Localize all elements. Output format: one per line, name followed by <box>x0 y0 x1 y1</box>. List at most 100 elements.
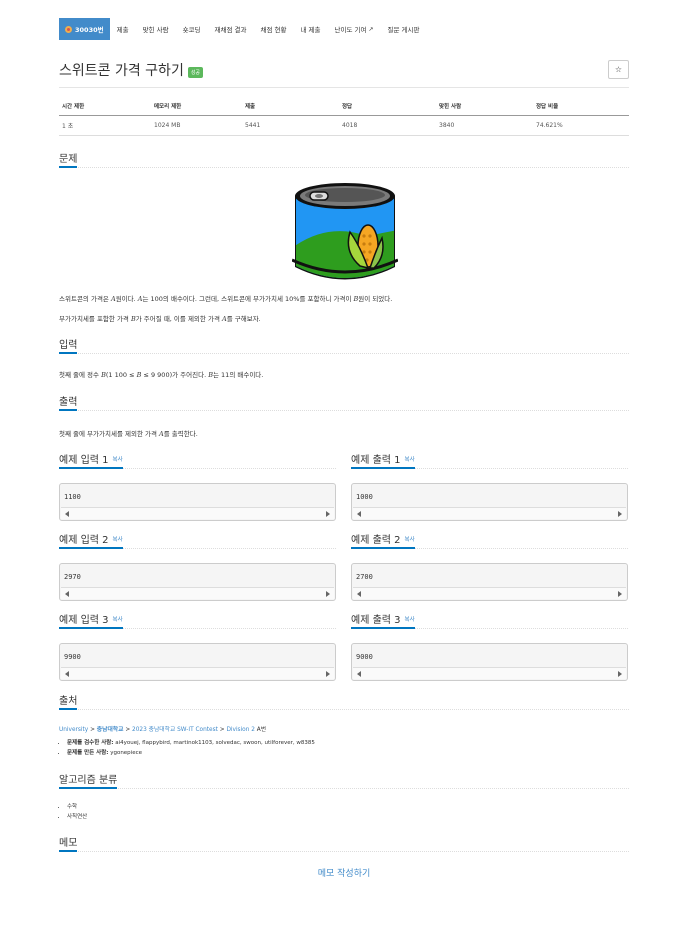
tab-question-board[interactable]: 질문 게시판 <box>381 18 427 40</box>
header-memory-limit: 메모리 제한 <box>154 103 182 110</box>
statement-paragraph-2: 부가가치세를 포함한 가격 B가 주어질 때, 이를 제외한 가격 A를 구해보… <box>59 315 261 323</box>
checkers-list[interactable]: ai4youej, flappybird, martinok1103, solv… <box>115 740 315 746</box>
section-title: 입력 <box>59 336 78 354</box>
header-accepted: 정답 <box>342 103 353 110</box>
problem-header: 스위트콘 가격 구하기 성공 ☆ <box>59 60 629 80</box>
header-accept-ratio: 정답 비율 <box>536 103 559 110</box>
sample-output-3-box: 9000 <box>351 643 628 681</box>
header-time-limit: 시간 제한 <box>62 103 85 110</box>
sample-input-2-header: 예제 입력 2 복사 <box>59 531 336 549</box>
table-header-row: 시간 제한 메모리 제한 제출 정답 맞힌 사람 정답 비율 <box>59 96 629 116</box>
horizontal-scrollbar[interactable] <box>61 507 334 519</box>
sample-output-3-value: 9000 <box>356 653 373 661</box>
sweet-corn-can-image <box>292 183 398 280</box>
star-icon: ☆ <box>614 65 623 74</box>
sample-output-2-header: 예제 출력 2 복사 <box>351 531 628 549</box>
value-accepted: 4018 <box>342 122 358 129</box>
horizontal-scrollbar[interactable] <box>353 667 626 679</box>
horizontal-scrollbar[interactable] <box>61 667 334 679</box>
tab-short-coding[interactable]: 숏코딩 <box>176 18 208 40</box>
output-description: 첫째 줄에 부가가치세를 제외한 가격 A를 출력한다. <box>59 430 198 438</box>
scroll-right-icon[interactable] <box>618 671 622 677</box>
list-item: 문제를 만든 사람: ygonepiece <box>67 748 315 758</box>
copy-sample-input-1-button[interactable]: 복사 <box>113 457 123 463</box>
horizontal-scrollbar[interactable] <box>61 587 334 599</box>
problem-tabs: 30030번 제출 맞힌 사람 숏코딩 재채점 결과 채점 현황 내 제출 난이… <box>59 18 426 40</box>
sample-input-3-box: 9900 <box>59 643 336 681</box>
scroll-right-icon[interactable] <box>326 511 330 517</box>
scroll-right-icon[interactable] <box>326 671 330 677</box>
sample-output-1-header: 예제 출력 1 복사 <box>351 451 628 469</box>
author-link[interactable]: ygonepiece <box>110 750 142 756</box>
value-accept-ratio: 74.621% <box>536 122 563 129</box>
scroll-right-icon[interactable] <box>618 591 622 597</box>
favorite-star-button[interactable]: ☆ <box>608 60 629 79</box>
header-submissions: 제출 <box>245 103 256 110</box>
sample-input-2-value: 2970 <box>64 573 81 581</box>
section-title: 출처 <box>59 692 78 710</box>
section-input: 입력 <box>59 336 629 354</box>
scroll-left-icon[interactable] <box>357 591 361 597</box>
section-source: 출처 <box>59 692 629 710</box>
scroll-left-icon[interactable] <box>65 671 69 677</box>
algorithm-tag-arithmetic[interactable]: 사칙연산 <box>67 812 87 822</box>
scroll-left-icon[interactable] <box>357 671 361 677</box>
section-memo: 메모 <box>59 834 629 852</box>
scroll-left-icon[interactable] <box>65 591 69 597</box>
tab-difficulty-contribution[interactable]: 난이도 기여 ↗ <box>328 18 381 40</box>
tab-my-submissions[interactable]: 내 제출 <box>293 18 327 40</box>
section-output: 출력 <box>59 393 629 411</box>
copy-sample-output-3-button[interactable]: 복사 <box>405 617 415 623</box>
value-memory-limit: 1024 MB <box>154 122 181 129</box>
tab-status[interactable]: 채점 현황 <box>253 18 293 40</box>
copy-sample-output-2-button[interactable]: 복사 <box>405 537 415 543</box>
input-description: 첫째 줄에 정수 B(1 100 ≤ B ≤ 9 900)가 주어진다. B는 … <box>59 371 264 379</box>
copy-sample-input-2-button[interactable]: 복사 <box>113 537 123 543</box>
source-link-division[interactable]: Division 2 <box>226 727 255 733</box>
sample-output-3-header: 예제 출력 3 복사 <box>351 611 628 629</box>
source-link-contest[interactable]: 2023 충남대학교 SW-IT Contest <box>132 727 218 733</box>
value-time-limit: 1 초 <box>62 123 74 130</box>
value-solved-users: 3840 <box>439 122 455 129</box>
horizontal-scrollbar[interactable] <box>353 587 626 599</box>
status-badge: 성공 <box>187 66 204 78</box>
trophy-icon <box>65 25 72 33</box>
source-breadcrumb: University > 충남대학교 > 2023 충남대학교 SW-IT Co… <box>59 727 267 733</box>
statement-paragraph-1: 스위트콘의 가격은 A원이다. A는 100의 배수이다. 그런데, 스위트콘에… <box>59 295 393 303</box>
source-link-university[interactable]: University <box>59 727 88 733</box>
title-divider <box>59 87 629 88</box>
sample-input-1-box: 1100 <box>59 483 336 521</box>
copy-sample-input-3-button[interactable]: 복사 <box>113 617 123 623</box>
table-row: 1 초 1024 MB 5441 4018 3840 74.621% <box>59 116 629 136</box>
algorithm-tag-list: 수학 사칙연산 <box>67 802 87 822</box>
section-title: 알고리즘 분류 <box>59 771 118 789</box>
source-credits-list: 문제를 검수한 사람: ai4youej, flappybird, martin… <box>67 738 315 758</box>
section-problem: 문제 <box>59 150 629 168</box>
problem-info-table: 시간 제한 메모리 제한 제출 정답 맞힌 사람 정답 비율 1 초 1024 … <box>59 96 629 136</box>
tab-submit[interactable]: 제출 <box>110 18 136 40</box>
tab-rejudge-results[interactable]: 재채점 결과 <box>208 18 254 40</box>
algorithm-tag-math[interactable]: 수학 <box>67 802 87 812</box>
sample-input-1-header: 예제 입력 1 복사 <box>59 451 336 469</box>
scroll-left-icon[interactable] <box>357 511 361 517</box>
sample-output-2-value: 2700 <box>356 573 373 581</box>
section-title: 문제 <box>59 150 78 168</box>
section-algorithm: 알고리즘 분류 <box>59 771 629 789</box>
write-memo-button[interactable]: 메모 작성하기 <box>59 866 629 879</box>
value-submissions: 5441 <box>245 122 261 129</box>
page-title: 스위트콘 가격 구하기 <box>59 63 184 79</box>
scroll-right-icon[interactable] <box>326 591 330 597</box>
external-link-icon: ↗ <box>368 25 374 33</box>
copy-sample-output-1-button[interactable]: 복사 <box>405 457 415 463</box>
horizontal-scrollbar[interactable] <box>353 507 626 519</box>
sample-input-2-box: 2970 <box>59 563 336 601</box>
list-item: 문제를 검수한 사람: ai4youej, flappybird, martin… <box>67 738 315 748</box>
tab-solved-users[interactable]: 맞힌 사람 <box>136 18 176 40</box>
scroll-left-icon[interactable] <box>65 511 69 517</box>
tab-problem[interactable]: 30030번 <box>59 18 110 40</box>
source-link-school[interactable]: 충남대학교 <box>97 727 124 733</box>
sample-output-1-value: 1000 <box>356 493 373 501</box>
sample-input-1-value: 1100 <box>64 493 81 501</box>
section-title: 출력 <box>59 393 78 411</box>
scroll-right-icon[interactable] <box>618 511 622 517</box>
